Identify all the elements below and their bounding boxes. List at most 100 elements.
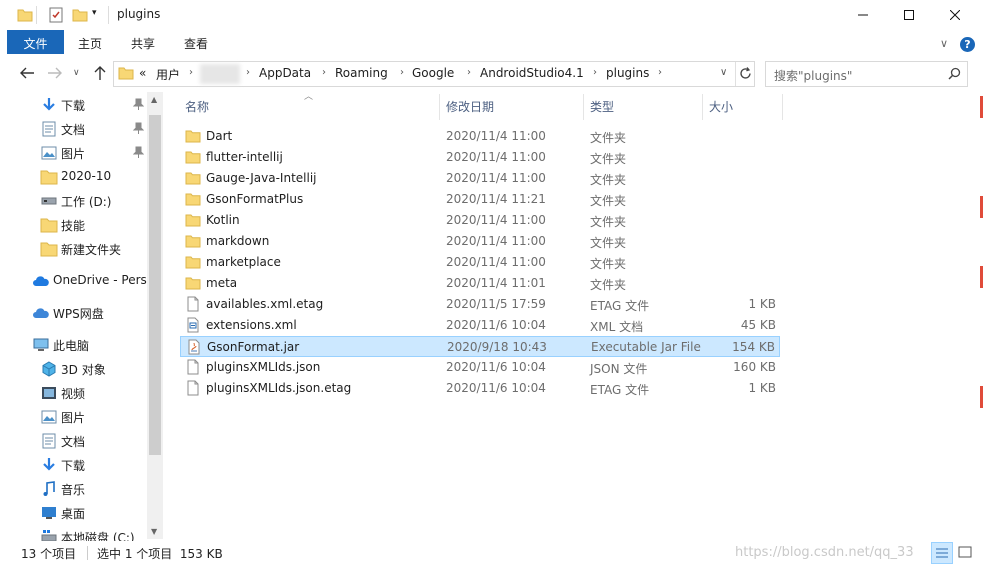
column-divider[interactable] — [782, 94, 783, 120]
maximize-button[interactable] — [886, 0, 932, 30]
properties-icon[interactable] — [48, 7, 64, 23]
column-divider[interactable] — [439, 94, 440, 120]
minimize-button[interactable] — [840, 0, 886, 30]
sidebar-item[interactable]: 下载 — [0, 93, 148, 117]
column-divider[interactable] — [702, 94, 703, 120]
sidebar-item[interactable]: 图片 — [0, 405, 148, 429]
watermark-text: https://blog.csdn.net/qq_33 — [735, 545, 914, 560]
column-divider[interactable] — [583, 94, 584, 120]
sidebar-item[interactable]: 文档 — [0, 117, 148, 141]
file-date: 2020/11/4 11:00 — [446, 150, 546, 164]
breadcrumb-google[interactable]: Google — [412, 66, 454, 80]
file-row[interactable]: Kotlin 2020/11/4 11:00 文件夹 — [180, 210, 780, 231]
file-row[interactable]: GsonFormatPlus 2020/11/4 11:21 文件夹 — [180, 189, 780, 210]
file-row[interactable]: pluginsXMLIds.json 2020/11/6 10:04 JSON 文件… — [180, 357, 780, 378]
sidebar-item[interactable]: 下载 — [0, 453, 148, 477]
file-row[interactable]: Gauge-Java-Intellij 2020/11/4 11:00 文件夹 — [180, 168, 780, 189]
chevron-right-icon[interactable]: › — [246, 67, 250, 78]
xml-file-icon — [185, 317, 201, 333]
help-icon[interactable]: ? — [960, 37, 975, 52]
sidebar-item[interactable]: OneDrive - Perso — [0, 269, 148, 293]
file-row[interactable]: extensions.xml 2020/11/6 10:04 XML 文档 45 KB — [180, 315, 780, 336]
chevron-right-icon[interactable]: › — [467, 67, 471, 78]
sidebar-item[interactable]: 工作 (D:) — [0, 189, 148, 213]
expand-ribbon-icon[interactable]: ∨ — [940, 37, 948, 50]
forward-arrow-icon[interactable] — [47, 66, 63, 80]
sidebar-item-label: OneDrive - Perso — [53, 273, 147, 287]
details-view-button[interactable] — [931, 542, 953, 564]
video-icon — [40, 384, 58, 402]
quick-access-dropdown-icon[interactable]: ▾ — [92, 8, 97, 18]
file-row[interactable]: marketplace 2020/11/4 11:00 文件夹 — [180, 252, 780, 273]
file-row[interactable]: meta 2020/11/4 11:01 文件夹 — [180, 273, 780, 294]
folder-icon — [17, 8, 33, 22]
chevron-right-icon[interactable]: › — [322, 67, 326, 78]
file-date: 2020/11/4 11:00 — [446, 129, 546, 143]
address-divider — [735, 62, 736, 86]
large-icons-view-button[interactable] — [955, 542, 977, 564]
sidebar-item[interactable]: 此电脑 — [0, 333, 148, 357]
file-date: 2020/11/5 17:59 — [446, 297, 546, 311]
sidebar-item[interactable]: 新建文件夹 — [0, 237, 148, 261]
download-arrow-icon — [40, 96, 58, 114]
new-folder-icon[interactable] — [72, 8, 88, 22]
file-type: 文件夹 — [590, 215, 627, 229]
tab-view[interactable]: 查看 — [174, 30, 218, 54]
folder-icon — [185, 149, 201, 165]
sidebar-item[interactable]: 音乐 — [0, 477, 148, 501]
search-placeholder[interactable]: 搜索"plugins" — [774, 67, 852, 84]
file-date: 2020/11/4 11:00 — [446, 171, 546, 185]
back-arrow-icon[interactable] — [19, 66, 35, 80]
file-row[interactable]: GsonFormat.jar 2020/9/18 10:43 Executable … — [180, 336, 780, 357]
tab-share[interactable]: 共享 — [121, 30, 165, 54]
sidebar-item[interactable]: 视频 — [0, 381, 148, 405]
file-type: ETAG 文件 — [590, 383, 650, 397]
sidebar-item[interactable]: 文档 — [0, 429, 148, 453]
breadcrumb-users[interactable]: 用户 — [156, 66, 180, 83]
refresh-icon[interactable] — [739, 67, 752, 80]
file-date: 2020/11/4 11:01 — [446, 276, 546, 290]
chevron-right-icon[interactable]: › — [593, 67, 597, 78]
up-arrow-icon[interactable] — [93, 65, 107, 81]
scroll-down-icon[interactable]: ▼ — [151, 527, 157, 536]
column-header-name[interactable]: 名称 — [185, 98, 209, 115]
file-icon — [185, 380, 201, 396]
file-row[interactable]: availables.xml.etag 2020/11/5 17:59 ETAG 文… — [180, 294, 780, 315]
file-row[interactable]: flutter-intellij 2020/11/4 11:00 文件夹 — [180, 147, 780, 168]
sidebar-item-label: 技能 — [61, 219, 86, 233]
sidebar-item[interactable]: 桌面 — [0, 501, 148, 525]
file-date: 2020/9/18 10:43 — [447, 340, 547, 354]
redacted-username — [200, 64, 240, 84]
sidebar-item[interactable]: 3D 对象 — [0, 357, 148, 381]
chevron-right-icon[interactable]: › — [658, 67, 662, 78]
recent-locations-icon[interactable]: ∨ — [73, 68, 80, 78]
breadcrumb-androidstudio[interactable]: AndroidStudio4.1 — [480, 66, 584, 80]
file-row[interactable]: Dart 2020/11/4 11:00 文件夹 — [180, 126, 780, 147]
sidebar-item-label: 音乐 — [61, 483, 86, 497]
breadcrumb-roaming[interactable]: Roaming — [335, 66, 388, 80]
sidebar-scroll-thumb[interactable] — [149, 115, 161, 455]
breadcrumb-overflow[interactable]: « — [139, 66, 146, 80]
chevron-right-icon[interactable]: › — [400, 67, 404, 78]
file-row[interactable]: markdown 2020/11/4 11:00 文件夹 — [180, 231, 780, 252]
tab-file[interactable]: 文件 — [7, 30, 64, 54]
address-dropdown-icon[interactable]: ∨ — [720, 67, 727, 78]
breadcrumb-plugins[interactable]: plugins — [606, 66, 649, 80]
file-row[interactable]: pluginsXMLIds.json.etag 2020/11/6 10:04 ET… — [180, 378, 780, 399]
chevron-right-icon[interactable]: › — [189, 67, 193, 78]
sidebar-item[interactable]: 图片 — [0, 141, 148, 165]
breadcrumb-appdata[interactable]: AppData — [259, 66, 311, 80]
sidebar-item[interactable]: 技能 — [0, 213, 148, 237]
search-icon[interactable] — [948, 67, 961, 80]
folder-icon — [40, 240, 58, 258]
column-header-type[interactable]: 类型 — [590, 98, 614, 115]
file-type: 文件夹 — [590, 257, 627, 271]
sidebar-item[interactable]: WPS网盘 — [0, 301, 148, 325]
sidebar-item[interactable]: 2020-10 — [0, 165, 148, 189]
column-header-date[interactable]: 修改日期 — [446, 98, 494, 115]
close-button[interactable] — [932, 0, 978, 30]
details-view-icon — [936, 548, 948, 558]
tab-home[interactable]: 主页 — [68, 30, 112, 54]
column-header-size[interactable]: 大小 — [709, 98, 733, 115]
scroll-up-icon[interactable]: ▲ — [151, 95, 157, 104]
